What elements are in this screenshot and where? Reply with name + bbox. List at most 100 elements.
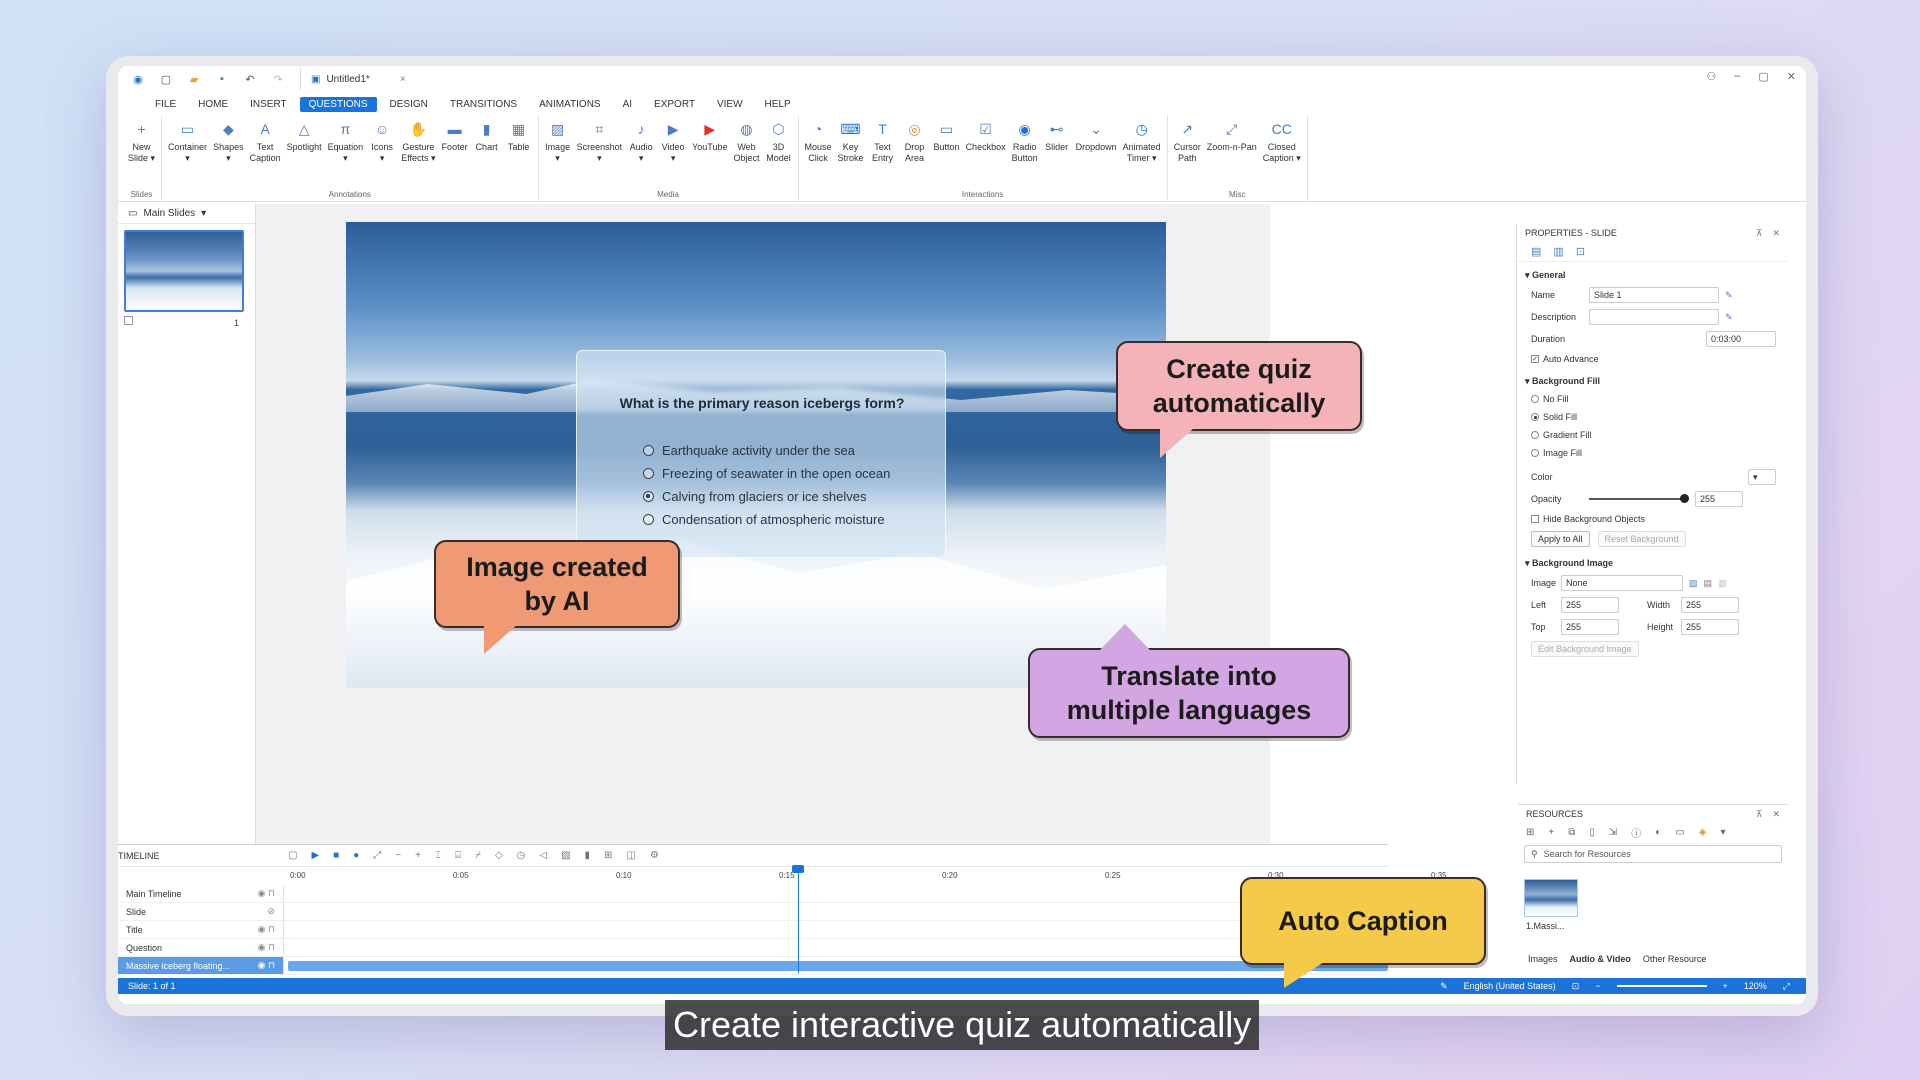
canvas-area[interactable]: What is the primary reason icebergs form…: [256, 204, 1270, 844]
ribbon-video-button[interactable]: ▶ Video ▾: [658, 116, 688, 182]
timeline-row-name[interactable]: Question ◉ ⊓: [118, 939, 284, 956]
language-status[interactable]: English (United States): [1464, 981, 1556, 991]
slide-thumbnail[interactable]: [124, 230, 244, 312]
ribbon-chart-button[interactable]: ▮ Chart: [472, 116, 502, 182]
ribbon-checkbox-button[interactable]: ☑ Checkbox: [964, 116, 1008, 182]
edit-icon[interactable]: ✎: [1725, 290, 1733, 301]
image-field[interactable]: None: [1561, 575, 1683, 591]
timeline-row[interactable]: Massive iceberg floating... ◉ ⊓: [118, 957, 1388, 975]
quiz-radio[interactable]: [643, 445, 654, 456]
image-file-icon[interactable]: ▤: [1704, 578, 1713, 589]
playhead-handle[interactable]: [792, 865, 804, 873]
ribbon-key-stroke-button[interactable]: ⌨ Key Stroke: [836, 116, 866, 182]
opacity-slider[interactable]: [1589, 494, 1689, 503]
ribbon-drop-area-button[interactable]: ◎ Drop Area: [900, 116, 930, 182]
layout-toggle-icon[interactable]: ◫: [626, 850, 635, 861]
stop-icon[interactable]: ■: [333, 850, 339, 861]
ribbon-new-slide-button[interactable]: + New Slide ▾: [126, 116, 157, 182]
description-field[interactable]: [1589, 309, 1719, 325]
height-field[interactable]: 255: [1681, 619, 1739, 635]
ribbon-mouse-click-button[interactable]: ◔ Mouse Click: [803, 116, 834, 182]
document-tab[interactable]: ▣ Untitled1* ×: [300, 68, 416, 90]
resources-pin-icon[interactable]: ⊼: [1756, 809, 1763, 820]
timeline-row[interactable]: Question ◉ ⊓: [118, 939, 1388, 957]
ribbon-text-entry-button[interactable]: T Text Entry: [868, 116, 898, 182]
play-icon[interactable]: ▶: [311, 850, 319, 861]
menu-questions[interactable]: QUESTIONS: [299, 96, 377, 112]
tag-icon[interactable]: ◈: [1699, 827, 1707, 838]
top-field[interactable]: 255: [1561, 619, 1619, 635]
pin-icon[interactable]: ⊼: [1756, 228, 1763, 239]
menu-ai[interactable]: AI: [614, 97, 641, 112]
quiz-radio[interactable]: [643, 468, 654, 479]
ribbon-animated-timer-button[interactable]: ◷ Animated Timer ▾: [1121, 116, 1163, 182]
fill-radio[interactable]: [1531, 413, 1539, 421]
menu-file[interactable]: FILE: [146, 97, 185, 112]
timeline-row-name[interactable]: Slide ⊘: [118, 903, 284, 920]
tab-other-resource[interactable]: Other Resource: [1643, 954, 1707, 964]
tab-audio-video[interactable]: Audio & Video: [1570, 954, 1631, 964]
info-icon[interactable]: ⓘ: [1631, 825, 1641, 840]
visibility-lock-icon[interactable]: ◉ ⊓: [258, 960, 275, 971]
close-tab-icon[interactable]: ×: [400, 74, 406, 85]
timeline-row-name[interactable]: Title ◉ ⊓: [118, 921, 284, 938]
ribbon-web-object-button[interactable]: ◍ Web Object: [731, 116, 761, 182]
caption-icon[interactable]: ⊞: [604, 850, 612, 861]
zoom-slider[interactable]: [1616, 985, 1707, 987]
close-window-icon[interactable]: ✕: [1787, 70, 1796, 83]
zoom-in-status-icon[interactable]: +: [1723, 981, 1728, 991]
zoom-out-icon[interactable]: −: [395, 850, 401, 861]
image-icon[interactable]: ▨: [561, 850, 570, 861]
audio-filter-icon[interactable]: ◐: [1655, 827, 1661, 838]
ribbon-footer-button[interactable]: ▬ Footer: [440, 116, 470, 182]
clock-icon[interactable]: ◷: [517, 850, 526, 861]
maximize-icon[interactable]: ▢: [1758, 70, 1768, 83]
effects-icon[interactable]: ⊡: [1576, 245, 1585, 258]
layout-icon[interactable]: ▥: [1553, 245, 1563, 258]
menu-view[interactable]: VIEW: [708, 97, 752, 112]
background-fill-section[interactable]: ▾ Background Fill: [1517, 372, 1788, 390]
minimize-icon[interactable]: –: [1734, 70, 1740, 83]
ribbon-zoom-n-pan-button[interactable]: ⤢ Zoom-n-Pan: [1205, 116, 1259, 182]
menu-export[interactable]: EXPORT: [645, 97, 704, 112]
apply-to-all-button[interactable]: Apply to All: [1531, 531, 1590, 547]
ribbon-audio-button[interactable]: ♪ Audio ▾: [626, 116, 656, 182]
quiz-option[interactable]: Calving from glaciers or ice shelves: [643, 489, 866, 504]
playhead[interactable]: [798, 869, 799, 973]
delete-resource-icon[interactable]: ▯: [1589, 827, 1595, 838]
ribbon-shapes-button[interactable]: ◆ Shapes ▾: [211, 116, 246, 182]
quiz-radio[interactable]: [643, 491, 654, 502]
timeline-track[interactable]: [284, 957, 1388, 974]
timeline-track[interactable]: [284, 939, 1388, 956]
more-options-icon[interactable]: ▾: [1720, 827, 1725, 838]
width-field[interactable]: 255: [1681, 597, 1739, 613]
settings-icon[interactable]: ⚙: [650, 850, 659, 861]
timeline-ruler[interactable]: 0:00 0:05 0:10 0:15 0:20 0:25 0:30 0:35: [284, 867, 1447, 885]
image-delete-icon[interactable]: ▥: [1718, 578, 1727, 589]
quiz-card[interactable]: What is the primary reason icebergs form…: [576, 350, 946, 558]
quiz-option[interactable]: Earthquake activity under the sea: [643, 443, 855, 458]
fill-option-solid-fill[interactable]: Solid Fill: [1517, 408, 1788, 426]
account-icon[interactable]: ⚇: [1706, 70, 1716, 83]
menu-animations[interactable]: ANIMATIONS: [530, 97, 609, 112]
import-icon[interactable]: ⧉: [1568, 827, 1575, 838]
timeline-row-name[interactable]: Massive iceberg floating... ◉ ⊓: [118, 957, 284, 974]
duration-field[interactable]: 0:03:00: [1706, 331, 1776, 347]
fill-option-gradient-fill[interactable]: Gradient Fill: [1517, 426, 1788, 444]
new-file-icon[interactable]: ▢: [158, 71, 174, 87]
image-browse-icon[interactable]: ▨: [1689, 578, 1698, 589]
link-icon[interactable]: ⊘: [267, 906, 275, 917]
chart-icon[interactable]: ▮: [585, 850, 591, 861]
fill-option-no-fill[interactable]: No Fill: [1517, 390, 1788, 408]
timeline-row[interactable]: Main Timeline ◉ ⊓: [118, 885, 1388, 903]
ribbon-button-button[interactable]: ▭ Button: [932, 116, 962, 182]
add-resource-icon[interactable]: +: [1548, 827, 1554, 838]
zoom-out-status-icon[interactable]: −: [1595, 981, 1600, 991]
visibility-lock-icon[interactable]: ◉ ⊓: [258, 942, 275, 953]
fill-radio[interactable]: [1531, 431, 1539, 439]
split-icon[interactable]: ⌿: [475, 850, 481, 861]
close-panel-icon[interactable]: ✕: [1772, 228, 1780, 239]
fullscreen-icon[interactable]: ⤢: [1783, 981, 1790, 992]
volume-icon[interactable]: ◁: [539, 850, 547, 861]
fit-view-icon[interactable]: ⊡: [1572, 981, 1580, 992]
